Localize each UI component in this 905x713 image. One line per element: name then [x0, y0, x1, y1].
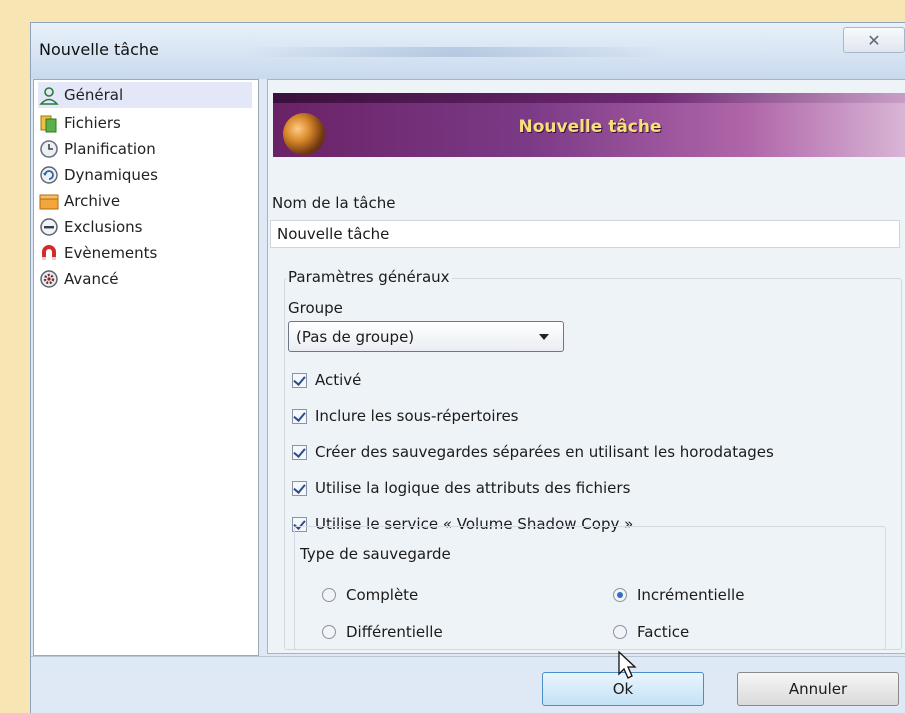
sidebar-item-advanced[interactable]: Avancé [38, 266, 118, 292]
settings-panel: Nouvelle tâche Nom de la tâche Paramètre… [267, 79, 905, 654]
title-blur [246, 47, 666, 57]
radio-button[interactable] [613, 625, 627, 639]
checkbox-timestamps[interactable]: Créer des sauvegardes séparées en utilis… [292, 441, 774, 463]
sidebar-item-label: Planification [64, 140, 156, 158]
close-icon: ✕ [867, 30, 881, 50]
window-title: Nouvelle tâche [39, 40, 159, 59]
task-name-label: Nom de la tâche [272, 194, 396, 212]
close-button[interactable]: ✕ [843, 27, 905, 53]
radio-button[interactable] [322, 588, 336, 602]
general-settings-legend: Paramètres généraux [286, 268, 452, 286]
clock-icon [40, 140, 58, 158]
checkbox-enabled[interactable]: Activé [292, 369, 361, 391]
check-icon [293, 444, 306, 458]
radio-label: Différentielle [346, 623, 443, 641]
task-name-input[interactable] [270, 220, 900, 248]
group-label: Groupe [288, 299, 343, 317]
check-icon [293, 372, 306, 386]
radio-button[interactable] [613, 588, 627, 602]
checkbox-label: Activé [315, 371, 362, 389]
radio-incremental[interactable]: Incrémentielle [613, 584, 744, 606]
banner-title: Nouvelle tâche [518, 117, 662, 137]
gear-icon [40, 270, 58, 288]
chevron-down-icon [539, 334, 549, 340]
radio-label: Complète [346, 586, 419, 604]
sidebar-item-label: Général [64, 86, 124, 104]
sidebar-item-dynamics[interactable]: Dynamiques [38, 162, 158, 188]
checkbox-attribute-logic[interactable]: Utilise la logique des attributs des fic… [292, 477, 630, 499]
checkbox-box[interactable] [292, 444, 307, 460]
cancel-button[interactable]: Annuler [737, 672, 899, 706]
check-icon [293, 408, 306, 422]
checkbox-box[interactable] [292, 480, 307, 496]
radio-button[interactable] [322, 625, 336, 639]
checkbox-label: Créer des sauvegardes séparées en utilis… [315, 443, 774, 461]
checkbox-label: Inclure les sous-répertoires [315, 407, 519, 425]
user-icon [39, 87, 59, 105]
sidebar-item-label: Exclusions [64, 218, 143, 236]
check-icon [293, 480, 306, 494]
sidebar-item-label: Evènements [64, 244, 158, 262]
backup-type-legend: Type de sauvegarde [300, 545, 451, 563]
sidebar-item-exclusions[interactable]: Exclusions [38, 214, 143, 240]
sidebar-item-label: Avancé [64, 270, 119, 288]
group-select-value: (Pas de groupe) [296, 327, 415, 346]
minus-circle-icon [40, 218, 58, 236]
sidebar-item-label: Dynamiques [64, 166, 158, 184]
banner-stripe [273, 93, 905, 103]
radio-label: Incrémentielle [637, 586, 745, 604]
sidebar-item-schedule[interactable]: Planification [38, 136, 156, 162]
group-select[interactable]: (Pas de groupe) [288, 321, 564, 352]
sidebar-item-events[interactable]: Evènements [38, 240, 157, 266]
sidebar-item-general[interactable]: Général [38, 82, 252, 108]
refresh-icon [40, 166, 58, 184]
sidebar: Général Fichiers Planification Dynamique… [33, 79, 259, 656]
dialog-footer: Ok Annuler [31, 656, 905, 713]
sidebar-item-label: Fichiers [64, 114, 121, 132]
title-bar[interactable]: Nouvelle tâche ✕ [31, 23, 905, 79]
radio-complete[interactable]: Complète [322, 584, 418, 606]
archive-icon [39, 194, 59, 210]
checkbox-include-subdirs[interactable]: Inclure les sous-répertoires [292, 405, 518, 427]
sidebar-item-archive[interactable]: Archive [38, 188, 120, 214]
checkbox-box[interactable] [292, 372, 307, 388]
radio-dummy[interactable]: Factice [613, 621, 689, 643]
magnet-icon [42, 245, 56, 260]
banner: Nouvelle tâche [273, 93, 905, 157]
task-dialog: Nouvelle tâche ✕ Général Fichiers Planif… [30, 22, 905, 713]
mouse-cursor-icon [618, 650, 637, 679]
radio-label: Factice [637, 623, 690, 641]
sidebar-item-files[interactable]: Fichiers [38, 110, 121, 136]
sidebar-item-label: Archive [64, 192, 121, 210]
checkbox-label: Utilise la logique des attributs des fic… [315, 479, 631, 497]
files-icon [40, 115, 57, 133]
checkbox-box[interactable] [292, 408, 307, 424]
radio-differential[interactable]: Différentielle [322, 621, 443, 643]
